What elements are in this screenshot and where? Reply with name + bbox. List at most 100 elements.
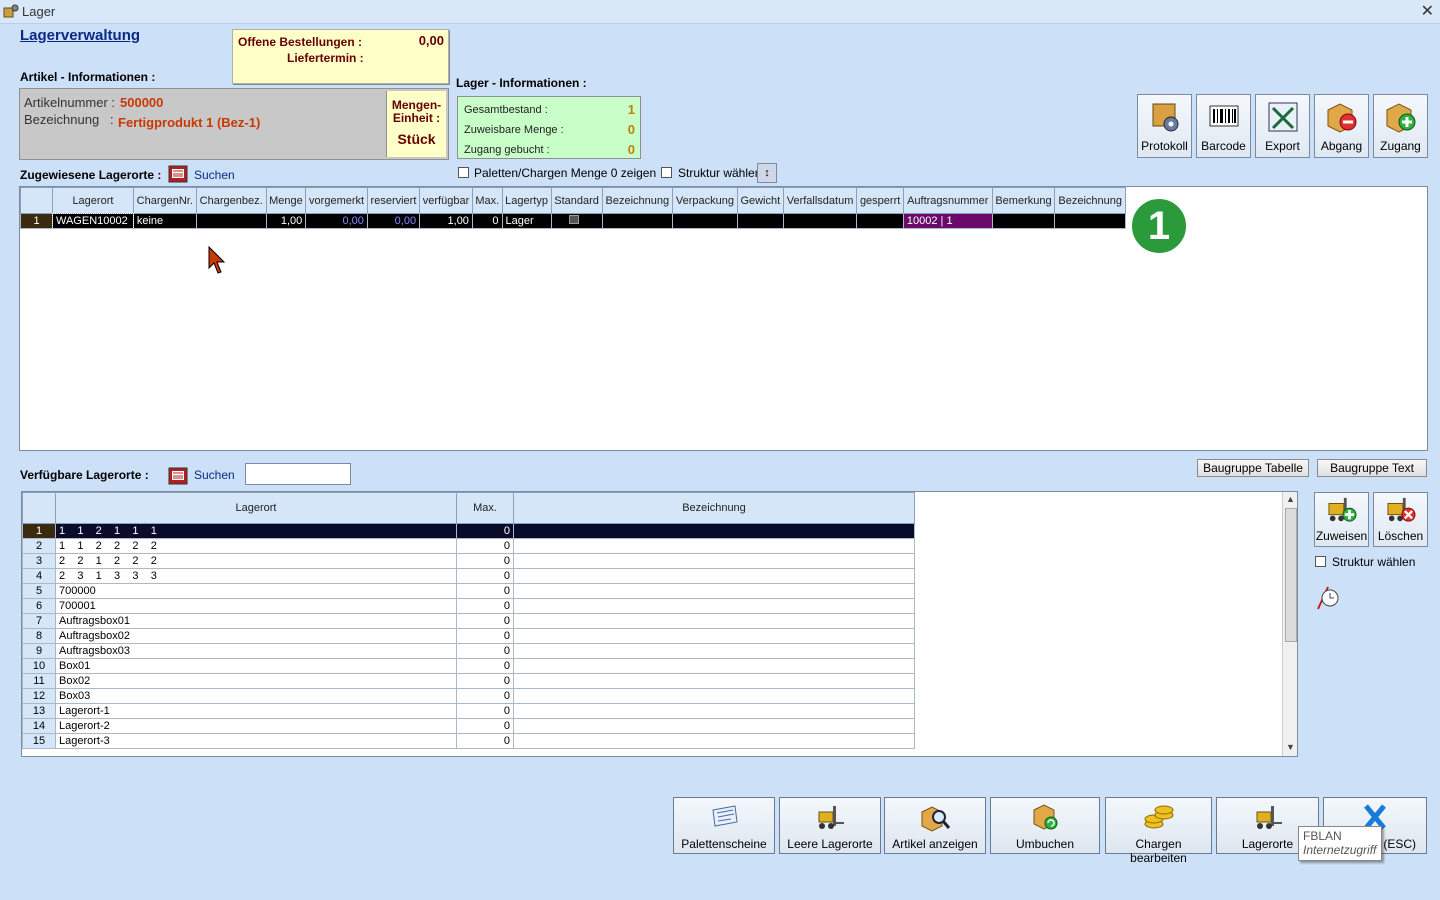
palettenscheine-button[interactable]: Palettenscheine xyxy=(673,797,775,854)
lagerort-cell[interactable]: 2 3 1 3 3 3 xyxy=(55,568,457,584)
table-cell[interactable]: keine xyxy=(132,213,197,229)
table-cell[interactable] xyxy=(550,213,603,229)
table-cell[interactable] xyxy=(856,213,904,229)
table-cell[interactable] xyxy=(601,213,674,229)
col-header-chargenbez-[interactable]: Chargenbez. xyxy=(195,187,267,214)
table-row[interactable]: 14 Lagerort-2 0 xyxy=(22,718,915,734)
leere-lagerorte-button[interactable]: Leere Lagerorte xyxy=(779,797,881,854)
col-header-max-[interactable]: Max. xyxy=(471,187,503,214)
baugruppe-tabelle-button[interactable]: Baugruppe Tabelle xyxy=(1197,459,1309,477)
max-cell[interactable]: 0 xyxy=(456,628,514,644)
table-cell[interactable]: WAGEN10002 xyxy=(51,212,135,230)
table-cell[interactable] xyxy=(736,213,784,229)
max-cell[interactable]: 0 xyxy=(456,718,514,734)
zugang-button[interactable]: Zugang xyxy=(1373,94,1428,158)
table-cell[interactable]: Lager xyxy=(501,213,552,229)
bezeichnung-cell[interactable] xyxy=(513,553,915,569)
lagerort-cell[interactable]: Lagerort-2 xyxy=(55,718,457,734)
bezeichnung-cell[interactable] xyxy=(513,688,915,704)
scroll-up-icon[interactable]: ▲ xyxy=(1286,494,1295,504)
col-header-gesperrt[interactable]: gesperrt xyxy=(856,187,904,214)
lagerort-cell[interactable]: 1 1 2 1 1 1 xyxy=(55,523,457,539)
lagerort-cell[interactable]: 700001 xyxy=(55,598,457,614)
bezeichnung-cell[interactable] xyxy=(513,583,915,599)
bezeichnung-cell[interactable] xyxy=(513,718,915,734)
lagerort-cell[interactable]: Auftragsbox02 xyxy=(55,628,457,644)
lagerort-cell[interactable]: 1 1 2 2 2 2 xyxy=(55,538,457,554)
col-header-gewicht[interactable]: Gewicht xyxy=(736,187,784,214)
bezeichnung-cell[interactable] xyxy=(513,703,915,719)
col-header-vorgemerkt[interactable]: vorgemerkt xyxy=(305,187,368,214)
sort-az-icon[interactable]: ↕ xyxy=(757,163,777,183)
lagerort-cell[interactable]: Auftragsbox03 xyxy=(55,643,457,659)
col-header-max[interactable]: Max. xyxy=(456,492,514,524)
col-header-lagertyp[interactable]: Lagertyp xyxy=(501,187,552,214)
max-cell[interactable]: 0 xyxy=(456,568,514,584)
table-row[interactable]: 12 Box03 0 xyxy=(22,688,915,704)
struct-checkbox[interactable] xyxy=(661,167,672,178)
col-header-standard[interactable]: Standard xyxy=(550,187,603,214)
available-search-link[interactable]: Suchen xyxy=(194,468,235,482)
lagerort-cell[interactable]: 2 2 1 2 2 2 xyxy=(55,553,457,569)
max-cell[interactable]: 0 xyxy=(456,733,514,749)
max-cell[interactable]: 0 xyxy=(456,523,514,539)
protokoll-button[interactable]: Protokoll xyxy=(1137,94,1192,158)
col-header-menge[interactable]: Menge xyxy=(265,187,307,214)
lagerort-cell[interactable]: Lagerort-1 xyxy=(55,703,457,719)
table-cell[interactable] xyxy=(195,213,267,229)
lagerort-cell[interactable]: Box02 xyxy=(55,673,457,689)
bezeichnung-cell[interactable] xyxy=(513,628,915,644)
scroll-down-icon[interactable]: ▼ xyxy=(1286,742,1295,752)
max-cell[interactable]: 0 xyxy=(456,538,514,554)
max-cell[interactable]: 0 xyxy=(456,598,514,614)
zero-qty-checkbox[interactable] xyxy=(458,167,469,178)
table-row[interactable]: 11 Box02 0 xyxy=(22,673,915,689)
max-cell[interactable]: 0 xyxy=(456,658,514,674)
max-cell[interactable]: 0 xyxy=(456,703,514,719)
bezeichnung-cell[interactable] xyxy=(513,568,915,584)
col-header-verfallsdatum[interactable]: Verfallsdatum xyxy=(782,187,858,214)
max-cell[interactable]: 0 xyxy=(456,688,514,704)
chargen-bearbeiten-button[interactable]: Chargen bearbeiten xyxy=(1105,797,1212,865)
scrollbar-thumb[interactable] xyxy=(1285,508,1297,642)
table-row[interactable]: 9 Auftragsbox03 0 xyxy=(22,643,915,659)
max-cell[interactable]: 0 xyxy=(456,643,514,659)
col-header-verpackung[interactable]: Verpackung xyxy=(672,187,738,214)
bezeichnung-cell[interactable] xyxy=(513,598,915,614)
umbuchen-button[interactable]: Umbuchen xyxy=(990,797,1100,854)
table-cell[interactable]: 1,00 xyxy=(265,213,307,229)
barcode-button[interactable]: Barcode xyxy=(1196,94,1251,158)
table-row[interactable]: 15 Lagerort-3 0 xyxy=(22,733,915,749)
col-header-auftragsnummer[interactable]: Auftragsnummer xyxy=(902,187,993,214)
table-cell[interactable] xyxy=(1054,213,1126,229)
col-header-chargennr-[interactable]: ChargenNr. xyxy=(132,187,197,214)
abgang-button[interactable]: Abgang xyxy=(1314,94,1369,158)
available-search-input[interactable] xyxy=(245,463,351,485)
table-cell[interactable]: 10002 | 1 xyxy=(902,213,993,229)
lagerort-cell[interactable]: Lagerort-3 xyxy=(55,733,457,749)
table-row[interactable]: 42 3 1 3 3 30 xyxy=(22,568,915,584)
table-row[interactable]: 5 700000 0 xyxy=(22,583,915,599)
table-row[interactable]: 10 Box01 0 xyxy=(22,658,915,674)
search-icon-available[interactable] xyxy=(168,467,188,485)
bezeichnung-cell[interactable] xyxy=(513,613,915,629)
baugruppe-text-button[interactable]: Baugruppe Text xyxy=(1317,459,1427,477)
lagerort-cell[interactable]: Auftragsbox01 xyxy=(55,613,457,629)
table-cell[interactable]: 0 xyxy=(471,213,503,229)
col-header-bezeichnung[interactable]: Bezeichnung xyxy=(1054,187,1126,214)
max-cell[interactable]: 0 xyxy=(456,673,514,689)
export-button[interactable]: Export xyxy=(1255,94,1310,158)
bezeichnung-cell[interactable] xyxy=(513,523,915,539)
max-cell[interactable]: 0 xyxy=(456,553,514,569)
clock-flag-icon[interactable] xyxy=(1314,581,1344,611)
col-header-bemerkung[interactable]: Bemerkung xyxy=(991,187,1056,214)
col-header-lagerort[interactable]: Lagerort xyxy=(55,492,457,524)
table-row[interactable]: 11 1 2 1 1 10 xyxy=(22,523,915,539)
bezeichnung-cell[interactable] xyxy=(513,733,915,749)
table-cell[interactable] xyxy=(782,213,858,229)
assigned-search-link[interactable]: Suchen xyxy=(194,168,235,182)
bezeichnung-cell[interactable] xyxy=(513,673,915,689)
search-icon[interactable] xyxy=(168,165,188,183)
lagerort-cell[interactable]: Box01 xyxy=(55,658,457,674)
artikel-anzeigen-button[interactable]: Artikel anzeigen xyxy=(884,797,986,854)
